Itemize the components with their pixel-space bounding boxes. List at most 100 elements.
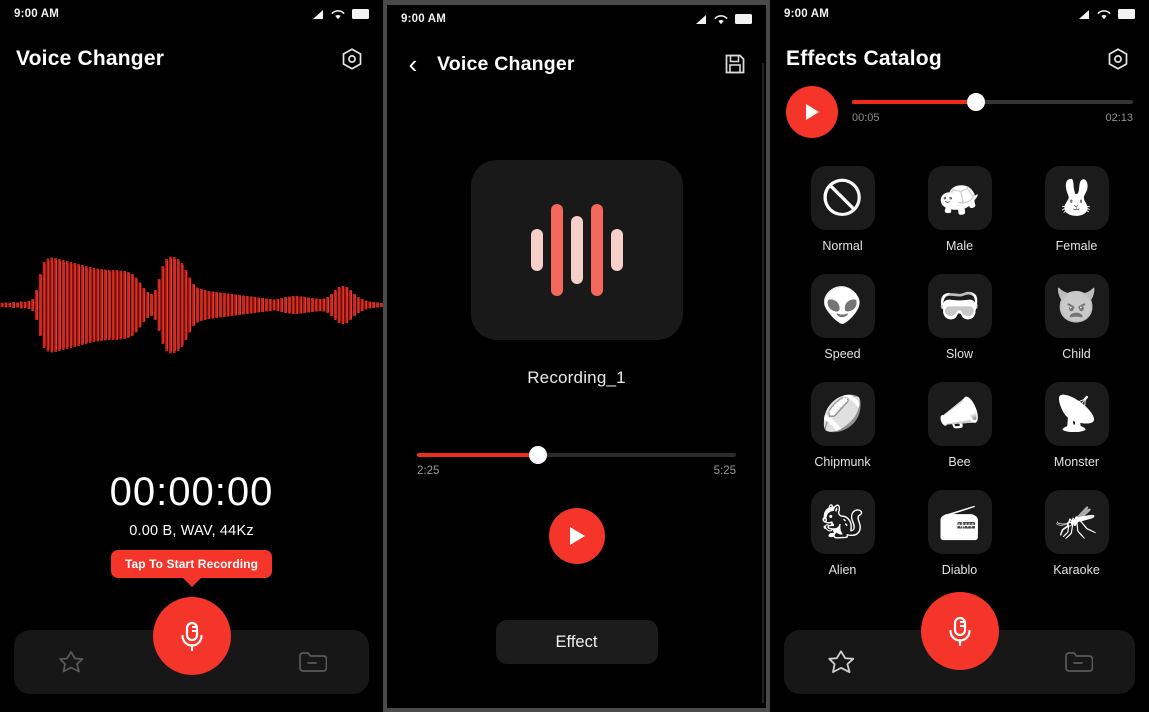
angry-devil-icon: 👿: [1044, 274, 1109, 338]
effect-cell-bee[interactable]: 📣 Bee: [901, 382, 1018, 469]
effect-label: Diablo: [941, 563, 978, 577]
waveform-bar: [530, 229, 543, 271]
app-bar: ‹ Voice Changer: [387, 33, 766, 85]
radio-icon-glyph: 📻: [938, 503, 981, 541]
magic-star-icon[interactable]: [824, 645, 858, 679]
screen-effects-catalog: 9:00 AM Effects Catalog 00:05 02:13 🚫 No…: [770, 0, 1149, 712]
recording-name: Recording_1: [527, 368, 626, 387]
app-bar: Effects Catalog: [770, 28, 1149, 80]
signal-waves-icon: 📡: [1044, 382, 1109, 446]
hexagon-settings-icon[interactable]: [1103, 44, 1133, 74]
recording-thumbnail-card[interactable]: [470, 160, 683, 340]
seek-thumb[interactable]: [966, 93, 985, 111]
turtle-icon-glyph: 🐢: [938, 179, 981, 217]
alien-face-icon-glyph: 👽: [821, 287, 864, 325]
record-button[interactable]: [920, 592, 999, 670]
mosquito-icon: 🦟: [1044, 490, 1109, 554]
effect-cell-alien[interactable]: 🐿 Alien: [784, 490, 901, 577]
status-time: 9:00 AM: [14, 8, 60, 20]
effect-cell-speed[interactable]: 👽 Speed: [784, 274, 901, 361]
playback-seek-bar[interactable]: 2:25 5:25: [417, 446, 736, 477]
three-screen-mockup: 9:00 AM Voice Changer 00:00:00 0.00 B, W…: [0, 0, 1149, 712]
playback-seek-bar[interactable]: 00:05 02:13: [852, 93, 1133, 124]
megaphone-icon: 📣: [927, 382, 992, 446]
effect-cell-karaoke[interactable]: 🦟 Karaoke: [1018, 490, 1135, 577]
seek-fill: [417, 453, 539, 457]
floppy-save-icon[interactable]: [720, 49, 750, 79]
alien-face-icon: 👽: [810, 274, 875, 338]
effect-cell-monster[interactable]: 📡 Monster: [1018, 382, 1135, 469]
hexagon-settings-icon[interactable]: [337, 44, 367, 74]
effect-cell-diablo[interactable]: 📻 Diablo: [901, 490, 1018, 577]
effect-label: Speed: [824, 347, 861, 361]
effect-cell-male[interactable]: 🐢 Male: [901, 166, 1018, 253]
rabbit-face-icon: 🐰: [1044, 166, 1109, 230]
effect-label: Bee: [948, 455, 971, 469]
prohibited-icon-glyph: 🚫: [821, 179, 864, 217]
status-bar: 9:00 AM: [0, 0, 383, 28]
signal-waves-icon-glyph: 📡: [1055, 395, 1098, 433]
waveform-bar: [610, 229, 623, 271]
total-time: 02:13: [1105, 112, 1133, 124]
effect-label: Karaoke: [1053, 563, 1100, 577]
folder-icon[interactable]: [1061, 645, 1095, 679]
effect-label: Alien: [828, 563, 857, 577]
waveform-bar: [550, 204, 563, 296]
microphone-icon: [180, 621, 203, 652]
chipmunk-icon-glyph: 🏈: [821, 395, 864, 433]
effect-label: Monster: [1053, 455, 1100, 469]
total-time: 5:25: [713, 465, 736, 477]
effect-label: Female: [1055, 239, 1098, 253]
prohibited-icon: 🚫: [810, 166, 875, 230]
status-bar: 9:00 AM: [387, 5, 766, 33]
status-bar: 9:00 AM: [770, 0, 1149, 28]
angry-devil-icon-glyph: 👿: [1055, 287, 1098, 325]
page-title: Voice Changer: [437, 52, 575, 75]
play-icon: [806, 104, 819, 120]
screen-voice-changer-playback: 9:00 AM ‹ Voice Changer Recording_1 2:25…: [383, 0, 770, 712]
effect-cell-normal[interactable]: 🚫 Normal: [784, 166, 901, 253]
screen-voice-changer-record: 9:00 AM Voice Changer 00:00:00 0.00 B, W…: [0, 0, 383, 712]
audio-waveform: [0, 250, 383, 360]
file-info: 0.00 B, WAV, 44Kz: [129, 523, 254, 539]
radio-icon: 📻: [927, 490, 992, 554]
page-title: Effects Catalog: [786, 47, 942, 70]
squirrel-icon: 🐿: [810, 490, 875, 554]
effect-cell-female[interactable]: 🐰 Female: [1018, 166, 1135, 253]
current-time: 00:05: [852, 112, 880, 124]
play-button[interactable]: [548, 508, 605, 564]
effect-cell-child[interactable]: 👿 Child: [1018, 274, 1135, 361]
effect-label: Slow: [945, 347, 974, 361]
status-icons: [311, 9, 369, 20]
effect-label: Child: [1062, 347, 1091, 361]
effect-button[interactable]: Effect: [495, 620, 658, 664]
seek-thumb[interactable]: [529, 446, 548, 464]
seek-track[interactable]: [417, 446, 736, 464]
status-time: 9:00 AM: [784, 8, 830, 20]
squirrel-icon-glyph: 🐿: [820, 503, 865, 541]
effect-label: Chipmunk: [814, 455, 871, 469]
effect-label: Male: [945, 239, 974, 253]
status-icons: [694, 14, 752, 25]
seek-fill: [852, 100, 976, 104]
seek-track[interactable]: [852, 93, 1133, 111]
signal-icon: [1079, 9, 1089, 19]
effect-cell-chipmunk[interactable]: 🏈 Chipmunk: [784, 382, 901, 469]
recording-timer: 00:00:00: [109, 470, 274, 514]
vertical-scrollbar[interactable]: [762, 63, 764, 703]
battery-icon: [1118, 9, 1135, 19]
magic-star-icon[interactable]: [54, 645, 88, 679]
effect-label: Normal: [822, 239, 863, 253]
back-button[interactable]: ‹: [403, 51, 423, 77]
darth-helmet-icon: 🥽: [927, 274, 992, 338]
effect-cell-slow[interactable]: 🥽 Slow: [901, 274, 1018, 361]
battery-icon: [352, 9, 369, 19]
record-button[interactable]: [152, 597, 231, 675]
darth-helmet-icon-glyph: 🥽: [938, 287, 981, 325]
play-button[interactable]: [786, 86, 838, 138]
status-icons: [1077, 9, 1135, 20]
seek-labels: 00:05 02:13: [852, 112, 1133, 124]
current-time: 2:25: [417, 465, 440, 477]
status-time: 9:00 AM: [401, 13, 447, 25]
folder-icon[interactable]: [295, 645, 329, 679]
